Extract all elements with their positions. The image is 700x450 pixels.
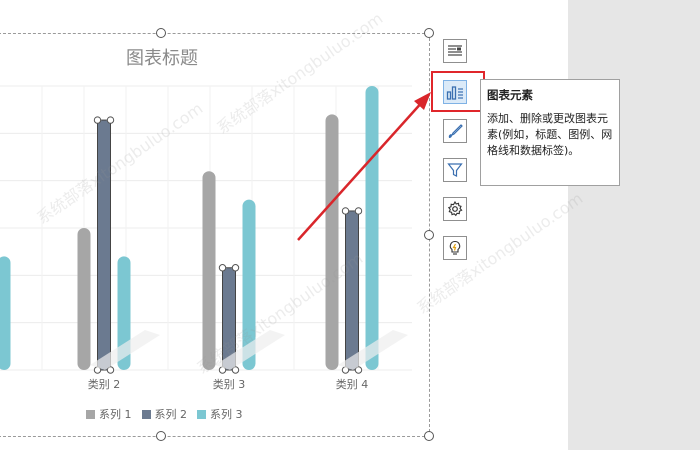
legend-item-series-1: 系列 1 (86, 406, 132, 422)
bar-1-4 (325, 114, 339, 371)
quick-tips-icon (449, 240, 461, 255)
tooltip-title: 图表元素 (487, 88, 533, 102)
bar-selection-handle (93, 116, 102, 124)
legend-swatch-series-2 (141, 409, 151, 419)
chart-styles-icon (448, 124, 463, 138)
bar-selection-handle (106, 116, 115, 124)
chart-elements-tooltip: 图表元素 添加、删除或更改图表元素(例如，标题、图例、网格线和数据标签)。 (480, 79, 620, 186)
legend-swatch-series-3 (197, 409, 206, 419)
bar-2-2 (97, 120, 111, 370)
bar-selection-handle (354, 207, 363, 215)
legend-label-series-2: 系列 2 (154, 408, 188, 421)
legend-swatch-series-1 (86, 409, 95, 419)
bar-selection-handle (231, 264, 240, 272)
layout-options-button[interactable] (443, 39, 467, 63)
chart-styles-button[interactable] (443, 119, 467, 143)
chart-plot[interactable]: 类别 2 类别 3 类别 4 (0, 0, 430, 440)
highlight-box (431, 71, 485, 112)
layout-options-icon (448, 45, 462, 56)
chart-legend[interactable]: 系列 1 系列 2 系列 3 (86, 406, 243, 422)
bar-3-4 (365, 86, 379, 370)
legend-item-series-2: 系列 2 (141, 406, 188, 422)
tooltip-body: 添加、删除或更改图表元素(例如，标题、图例、网格线和数据标签)。 (487, 112, 613, 157)
category-label-3: 类别 3 (213, 377, 246, 391)
legend-item-series-3: 系列 3 (197, 406, 243, 422)
chart-settings-button[interactable] (443, 197, 467, 221)
chart-filters-button[interactable] (443, 158, 467, 182)
quick-tips-button[interactable] (443, 236, 467, 260)
category-label-4: 类别 4 (336, 377, 369, 391)
bar-selection-handle (341, 207, 350, 215)
right-panel (568, 0, 700, 450)
bar-1-2 (77, 228, 91, 370)
bar-1-3 (202, 171, 216, 370)
watermark-text: 系统部落xitongbuluo.com (413, 188, 587, 318)
chart-settings-icon (447, 201, 463, 217)
bar-2-4 (345, 210, 359, 370)
legend-label-series-1: 系列 1 (99, 408, 132, 421)
legend-label-series-3: 系列 3 (210, 408, 243, 421)
bar-3-1 (0, 256, 11, 370)
bar-selection-handle (218, 264, 227, 272)
category-label-2: 类别 2 (88, 377, 121, 391)
chart-filters-icon (447, 163, 463, 177)
